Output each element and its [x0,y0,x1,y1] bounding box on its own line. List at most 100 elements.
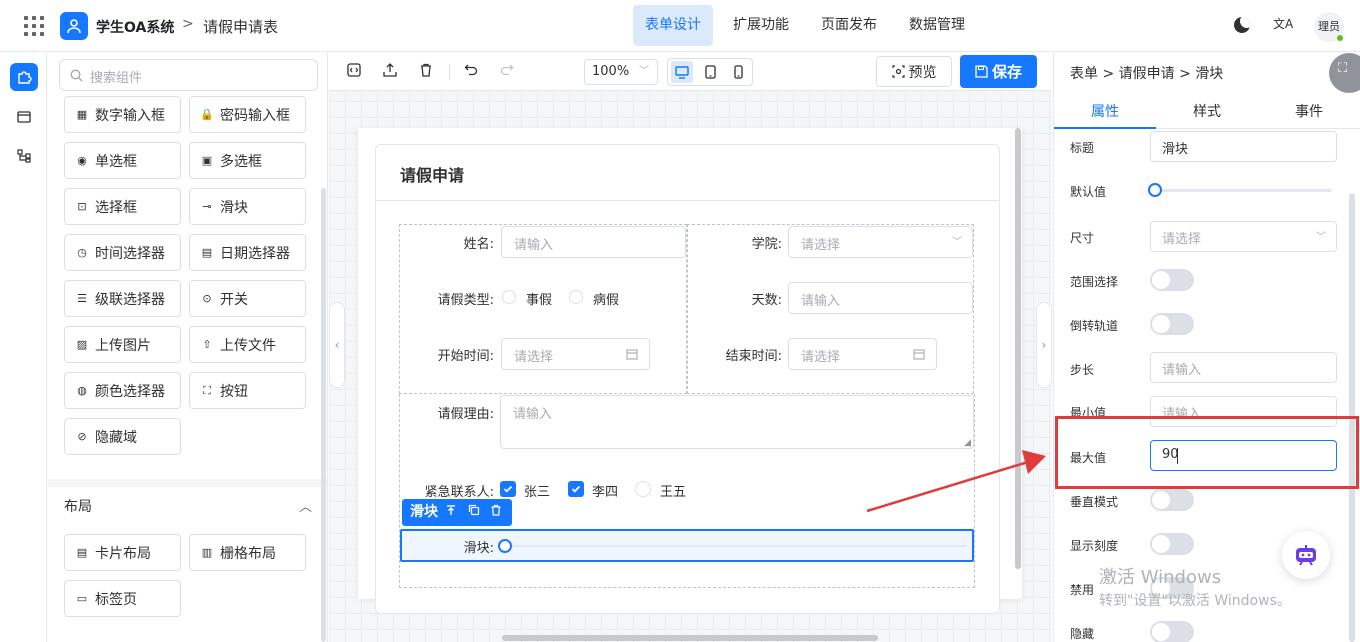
preview-icon [891,65,905,78]
radio-icon: ◉ [77,154,87,167]
dark-mode-icon[interactable] [1234,17,1250,33]
collapse-left-panel-handle[interactable]: ‹ [329,302,345,388]
end-time-picker[interactable]: 请选择 [788,338,937,370]
component-image[interactable]: ▨ 上传图片 [64,326,181,363]
collapse-right-panel-handle[interactable]: › [1036,302,1052,388]
tab-styles[interactable]: 样式 [1156,101,1258,121]
canvas-horizontal-scrollbar[interactable] [502,635,878,641]
device-switcher [667,58,753,86]
prop-default-slider-handle[interactable] [1148,183,1162,197]
component-button[interactable]: ⛶ 按钮 [189,372,306,409]
prop-range-switch[interactable] [1150,269,1194,291]
name-input[interactable]: 请输入 [501,226,686,258]
college-select[interactable]: 请选择 ﹀ [788,226,973,258]
window-icon [17,111,31,123]
checkbox-zhangsan[interactable] [500,481,516,497]
prop-size-select[interactable]: 请选择 ﹀ [1150,221,1337,252]
component-radio[interactable]: ◉ 单选框 [64,142,181,179]
search-icon [70,69,83,82]
trash-icon[interactable] [417,63,435,81]
layout-card[interactable]: ▤ 卡片布局 [64,534,181,571]
preview-button[interactable]: 预览 [876,56,952,87]
checkbox-lisi[interactable] [568,481,584,497]
prop-step-placeholder: 请输入 [1162,363,1202,378]
component-slider[interactable]: ⊸ 滑块 [189,188,306,225]
layout-section-title: 布局 [64,499,92,515]
prop-vertical-switch[interactable] [1150,489,1194,511]
component-clock[interactable]: ◷ 时间选择器 [64,234,181,271]
prop-title-input[interactable]: 滑块 [1150,131,1337,162]
component-lock[interactable]: 🔒 密码输入框 [189,96,306,133]
tab-properties[interactable]: 属性 [1054,101,1156,121]
slider-track[interactable] [505,545,967,547]
expand-icon: ⛶ [1338,61,1348,76]
days-input[interactable]: 请输入 [788,282,973,314]
component-select[interactable]: ⊡ 选择框 [64,188,181,225]
mobile-view-button[interactable] [727,61,749,83]
save-icon [975,65,988,78]
component-label: 开关 [220,291,248,308]
component-checkbox[interactable]: ▣ 多选框 [189,142,306,179]
component-label: 颜色选择器 [95,383,165,400]
component-label: 多选框 [220,153,262,170]
calendar-icon [626,349,638,360]
start-time-picker[interactable]: 请选择 [501,338,650,370]
delete-icon[interactable] [490,499,502,526]
reason-placeholder: 请输入 [513,407,553,422]
outline-rail-button[interactable] [10,142,38,170]
components-rail-button[interactable] [10,63,38,91]
panel-scrollbar[interactable] [321,188,326,642]
layout-label: 栅格布局 [220,545,276,562]
slider-handle[interactable] [498,539,512,553]
active-tab-indicator [1054,127,1156,129]
selected-component-tag: 滑块 [402,499,512,526]
tab-events[interactable]: 事件 [1258,101,1360,121]
component-calendar[interactable]: ▤ 日期选择器 [189,234,306,271]
left-rail [0,53,47,642]
fullscreen-corner[interactable]: ⛶ [1329,53,1360,93]
component-switch[interactable]: ⊙ 开关 [189,280,306,317]
breadcrumb-separator: > [182,16,194,32]
top-bar: 学生OA系统 > 请假申请表 表单设计 扩展功能 页面发布 数据管理 文A 理员 [0,0,1360,52]
component-upload[interactable]: ⇧ 上传文件 [189,326,306,363]
checkbox-wangwu[interactable] [635,481,651,497]
nav-publish[interactable]: 页面发布 [809,5,889,46]
component-search-input[interactable]: 搜索组件 [59,59,318,91]
nav-data-management[interactable]: 数据管理 [897,5,977,46]
prop-ticks-switch[interactable] [1150,533,1194,555]
tablet-icon [704,65,716,79]
prop-default-slider-track[interactable] [1155,189,1332,192]
component-number-input[interactable]: ▦ 数字输入框 [64,96,181,133]
nav-form-design[interactable]: 表单设计 [633,5,713,46]
save-button[interactable]: 保存 [960,55,1037,88]
chevron-up-icon[interactable]: ︿ [299,496,312,515]
prop-hidden-switch[interactable] [1150,621,1194,642]
zoom-select[interactable]: 100% ﹀ [584,59,658,85]
code-icon[interactable] [345,63,363,81]
undo-icon[interactable] [462,63,480,81]
radio-personal-leave-label: 事假 [526,293,553,308]
layout-grid-layout[interactable]: ▥ 栅格布局 [189,534,306,571]
redo-icon[interactable] [498,63,516,81]
import-icon[interactable] [381,63,399,81]
template-rail-button[interactable] [10,103,38,131]
tablet-view-button[interactable] [699,61,721,83]
desktop-view-button[interactable] [671,61,693,83]
assistant-bot-button[interactable] [1282,531,1330,579]
component-palette[interactable]: ◍ 颜色选择器 [64,372,181,409]
layout-tabs[interactable]: ▭ 标签页 [64,580,181,617]
move-up-icon[interactable] [445,499,457,526]
radio-sick-leave[interactable] [569,290,583,304]
nav-extensions[interactable]: 扩展功能 [721,5,801,46]
search-placeholder: 搜索组件 [90,71,143,86]
copy-icon[interactable] [468,499,480,526]
prop-reverse-switch[interactable] [1150,313,1194,335]
component-eye-off[interactable]: ⊘ 隐藏域 [64,418,181,455]
translate-icon[interactable]: 文A [1273,15,1293,32]
highlight-box [1055,416,1359,489]
prop-step-input[interactable]: 请输入 [1150,352,1337,383]
component-cascader[interactable]: ☰ 级联选择器 [64,280,181,317]
radio-personal-leave[interactable] [502,290,516,304]
selected-tag-label: 滑块 [410,504,438,520]
app-grid-icon[interactable] [24,16,44,36]
